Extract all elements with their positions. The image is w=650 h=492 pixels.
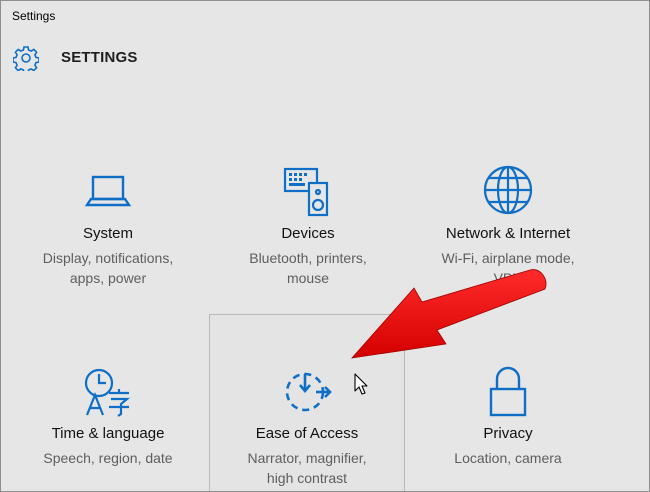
tile-description-line: Bluetooth, printers, (249, 250, 367, 266)
tile-ease-of-access[interactable]: Ease of Access Narrator, magnifier, high… (209, 314, 405, 491)
tile-description: Wi-Fi, airplane mode, VPN (414, 248, 602, 288)
tile-devices[interactable]: Devices Bluetooth, printers, mouse (210, 129, 406, 289)
tile-description-line: mouse (286, 270, 330, 286)
tile-time-language[interactable]: Time & language Speech, region, date (10, 329, 206, 489)
tile-description: Speech, region, date (14, 448, 202, 468)
tile-description-line: Speech, region, date (43, 450, 173, 466)
gear-icon (13, 46, 39, 71)
settings-window: Settings SETTINGS System Display, notifi… (0, 0, 650, 492)
tile-description-line: high contrast (266, 470, 348, 486)
tile-description-line: Location, camera (454, 450, 562, 466)
tile-description: Narrator, magnifier, high contrast (214, 448, 400, 488)
tile-description-line: Display, notifications, (42, 250, 174, 266)
tile-title: Ease of Access (255, 425, 359, 442)
tile-description: Location, camera (414, 448, 602, 468)
page-title: SETTINGS (61, 49, 138, 66)
tile-description-line: apps, power (69, 270, 147, 286)
tile-description-line: Wi-Fi, airplane mode, (441, 250, 575, 266)
clock-language-icon (84, 368, 131, 417)
tile-title: Network & Internet (445, 225, 571, 242)
tile-title: Time & language (51, 425, 165, 442)
tile-description-line: VPN (493, 270, 523, 286)
tile-description-line: Narrator, magnifier, (247, 450, 367, 466)
globe-icon (483, 165, 533, 215)
tile-privacy[interactable]: Privacy Location, camera (410, 329, 606, 489)
tile-system[interactable]: System Display, notifications, apps, pow… (10, 129, 206, 289)
tile-title: System (82, 225, 133, 242)
tile-description: Bluetooth, printers, mouse (214, 248, 402, 288)
window-title: Settings (12, 9, 56, 23)
lock-icon (489, 366, 527, 417)
tile-description: Display, notifications, apps, power (14, 248, 202, 288)
keyboard-speaker-icon (283, 167, 329, 217)
mouse-pointer-icon (354, 373, 368, 395)
tile-title: Devices (281, 225, 335, 242)
tile-title: Privacy (483, 425, 533, 442)
laptop-icon (84, 175, 132, 207)
tile-network-internet[interactable]: Network & Internet Wi-Fi, airplane mode,… (410, 129, 606, 289)
ease-of-access-icon (285, 372, 332, 412)
